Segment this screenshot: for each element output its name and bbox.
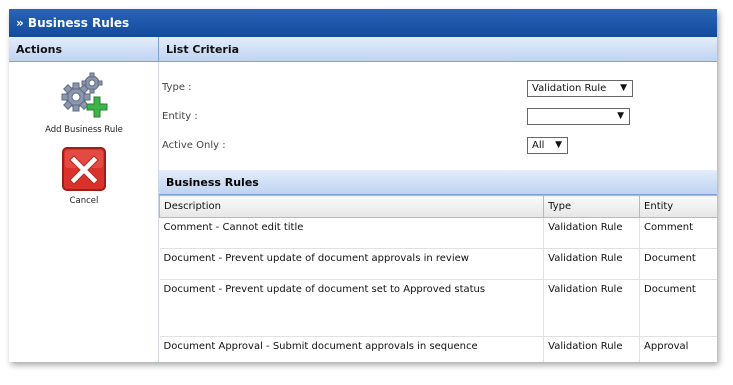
business-rules-window: » Business Rules Actions List Criteria A… <box>9 9 717 362</box>
row-entity: Document <box>639 248 717 280</box>
row-description[interactable]: Comment - Cannot edit title <box>159 217 544 249</box>
type-select-value: Validation Rule <box>532 83 607 94</box>
active-only-select[interactable]: All ▼ <box>527 137 568 154</box>
business-rules-table: Description Type Entity Comment - Cannot… <box>158 195 717 362</box>
row-type: Validation Rule <box>543 279 640 337</box>
column-header-description[interactable]: Description <box>158 195 545 218</box>
list-criteria-header: List Criteria <box>159 37 717 62</box>
add-business-rule-label: Add Business Rule <box>45 125 123 135</box>
row-entity: Comment <box>639 217 717 249</box>
column-header-type[interactable]: Type <box>543 195 641 218</box>
cancel-label: Cancel <box>69 196 99 206</box>
chevron-down-icon: ▼ <box>555 140 562 150</box>
chevron-down-icon: ▼ <box>620 83 627 93</box>
table-row[interactable]: Document - Prevent update of document ap… <box>159 248 717 280</box>
row-description[interactable]: Document Approval - Submit document appr… <box>159 336 544 362</box>
chevron-down-icon: ▼ <box>617 111 624 121</box>
entity-label: Entity : <box>162 111 198 122</box>
active-only-label: Active Only : <box>162 140 226 151</box>
entity-select[interactable]: ▼ <box>527 108 630 125</box>
table-row[interactable]: Document - Prevent update of document se… <box>159 279 717 337</box>
type-select[interactable]: Validation Rule ▼ <box>527 80 633 97</box>
row-type: Validation Rule <box>543 336 640 362</box>
row-description[interactable]: Document - Prevent update of document ap… <box>159 248 544 280</box>
column-header-entity[interactable]: Entity <box>639 195 717 218</box>
cancel-x-icon <box>62 147 106 191</box>
gear-add-icon <box>61 72 108 118</box>
row-type: Validation Rule <box>543 248 640 280</box>
window-title: » Business Rules <box>9 9 717 37</box>
cancel-button[interactable]: Cancel <box>9 147 159 206</box>
row-description[interactable]: Document - Prevent update of document se… <box>159 279 544 337</box>
row-entity: Document <box>639 279 717 337</box>
actions-header: Actions <box>9 37 159 62</box>
add-business-rule-button[interactable]: Add Business Rule <box>9 72 159 135</box>
table-row[interactable]: Comment - Cannot edit title Validation R… <box>159 217 717 249</box>
row-type: Validation Rule <box>543 217 640 249</box>
actions-panel: Add Business Rule Cancel <box>9 62 159 362</box>
table-row[interactable]: Document Approval - Submit document appr… <box>159 336 717 362</box>
active-only-select-value: All <box>532 140 545 151</box>
type-label: Type : <box>162 82 192 93</box>
row-entity: Approval <box>639 336 717 362</box>
business-rules-header: Business Rules <box>159 170 717 195</box>
